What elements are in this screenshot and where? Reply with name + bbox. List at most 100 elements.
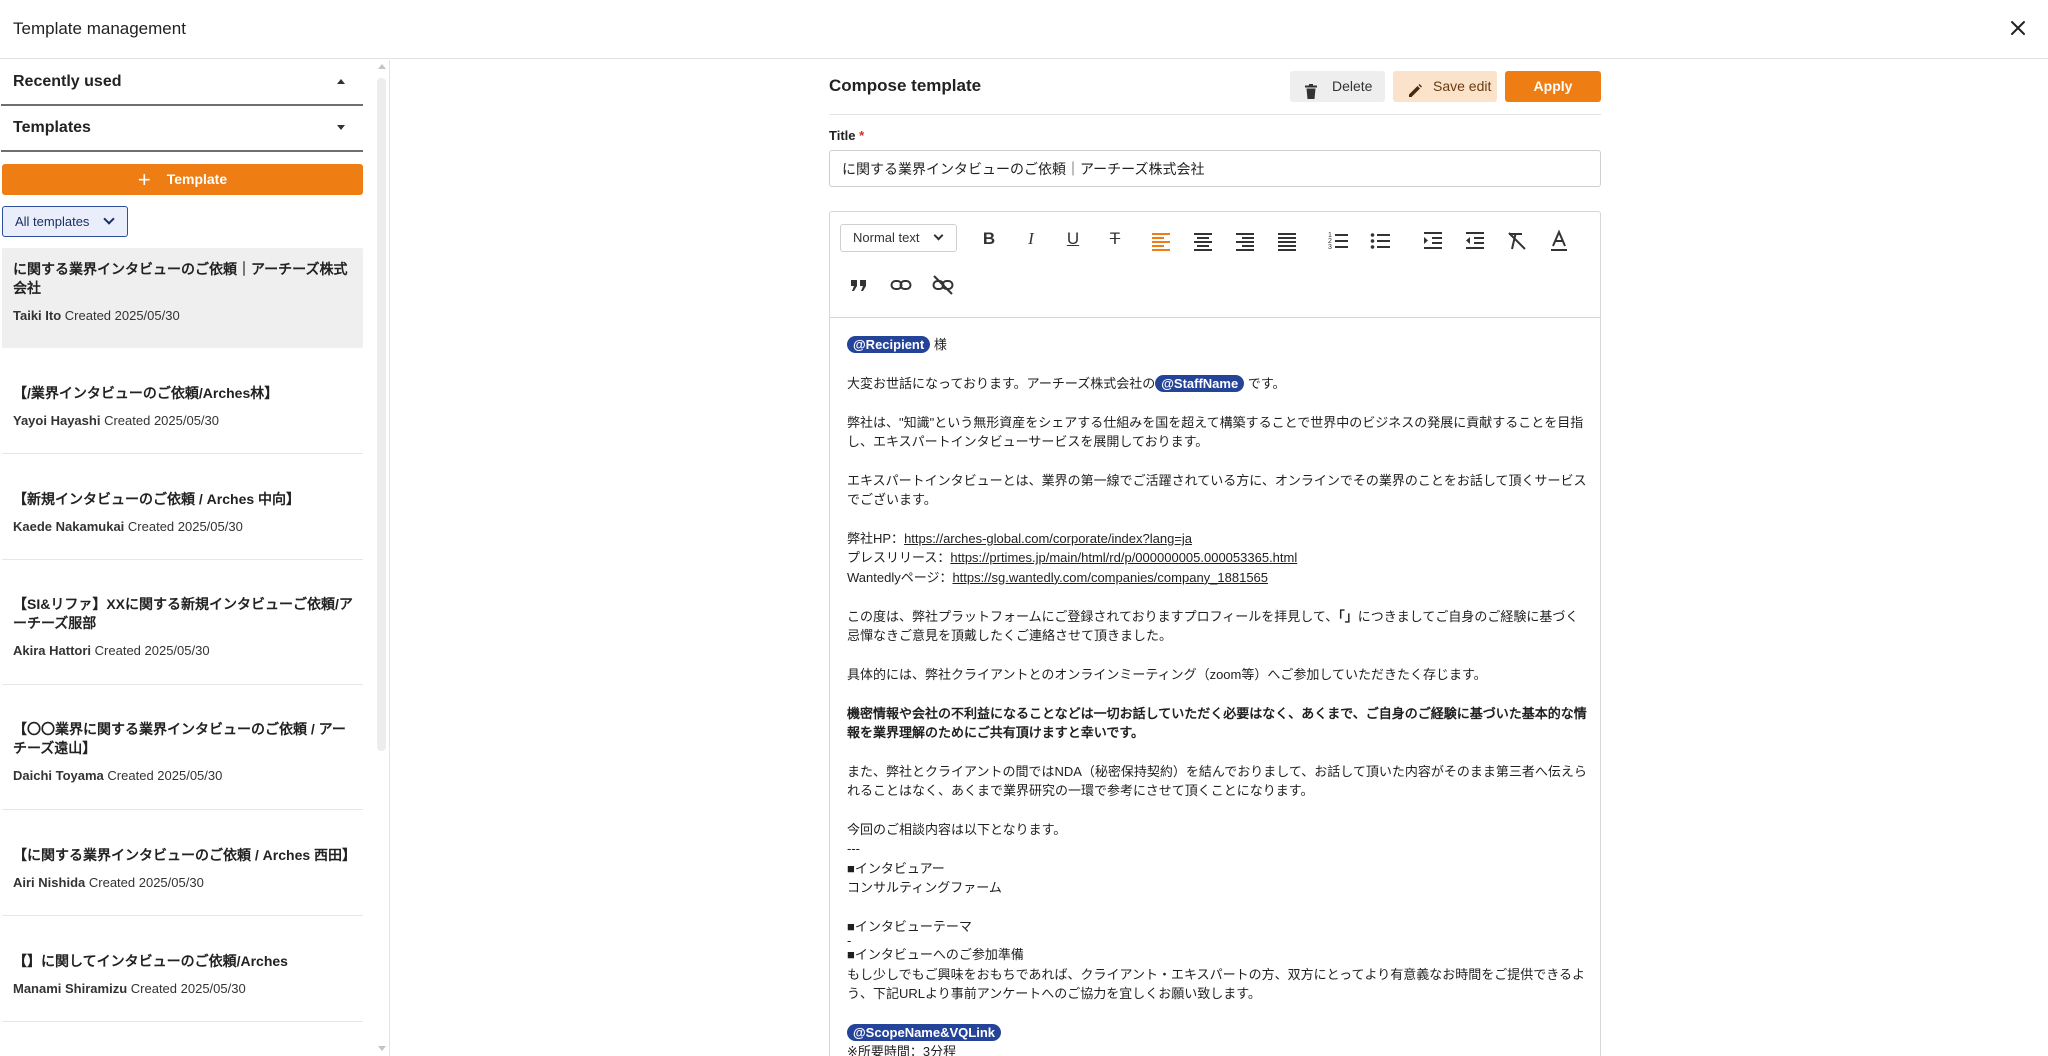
staff-name-chip[interactable]: @StaffName <box>1155 374 1245 392</box>
apply-button[interactable]: Apply <box>1505 71 1601 102</box>
request-mark: 「」 <box>1338 608 1358 624</box>
press-line: プレスリリース：https://prtimes.jp/main/html/rd/… <box>847 548 1587 567</box>
template-created: Created 2025/05/30 <box>88 875 204 890</box>
template-author: Taiki Ito <box>13 308 62 323</box>
template-meta: Taiki Ito Created 2025/05/30 <box>13 308 180 323</box>
recently-used-toggle[interactable]: Recently used <box>1 60 363 106</box>
title-label-text: Title <box>829 128 856 143</box>
align-justify-icon[interactable] <box>1275 229 1299 253</box>
unlink-icon[interactable] <box>931 273 955 297</box>
duration-line: ※所要時間：3分程 <box>847 1044 957 1056</box>
template-meta: Airi Nishida Created 2025/05/30 <box>13 875 204 890</box>
template-item[interactable]: 【】に関してインタビューのご依頼/Arches Manami Shiramizu… <box>2 916 363 1022</box>
hp-label: 弊社HP： <box>847 531 905 546</box>
template-item[interactable]: に関する業界インタビューのご依頼｜アーチーズ株式会社 Taiki Ito Cre… <box>2 248 363 348</box>
prep-paragraph: もし少しでもご興味をおもちであれば、クライアント・エキスパートの方、双方にとって… <box>847 966 1586 1002</box>
text-color-icon[interactable] <box>1547 229 1571 253</box>
template-author: Daichi Toyama <box>13 768 104 783</box>
scroll-down-arrow-icon[interactable] <box>378 1046 386 1051</box>
template-meta: Yayoi Hayashi Created 2025/05/30 <box>13 413 219 428</box>
scope-line: @ScopeName&VQLink <box>847 1023 1587 1042</box>
underline-icon[interactable]: U <box>1061 227 1085 251</box>
template-item[interactable]: 【新規インタビューのご依頼 / Arches 中向】 Kaede Nakamuk… <box>2 454 363 560</box>
strikethrough-icon[interactable]: T <box>1103 227 1127 251</box>
quote-icon[interactable] <box>847 273 871 297</box>
template-item[interactable]: 【〇〇業界に関する業界インタビューのご依頼 / アーチーズ遠山】 Daichi … <box>2 685 363 810</box>
sidebar-scrollbar[interactable] <box>377 78 386 751</box>
press-label: プレスリリース： <box>847 550 951 566</box>
bullet-list-icon[interactable] <box>1369 229 1393 253</box>
align-right-icon[interactable] <box>1233 229 1257 253</box>
caret-up-icon <box>337 79 345 84</box>
template-filter-select[interactable]: All templates <box>2 206 128 237</box>
template-title: に関する業界インタビューのご依頼｜アーチーズ株式会社 <box>13 261 348 296</box>
dialog-header: Template management <box>0 0 2048 59</box>
required-mark: * <box>859 128 865 143</box>
hp-line: 弊社HP：https://arches-global.com/corporate… <box>847 529 1587 548</box>
press-link[interactable]: https://prtimes.jp/main/html/rd/p/000000… <box>950 550 1297 565</box>
request-paragraph: この度は、弊社プラットフォームにご登録されておりますプロフィールを拝見して、「」… <box>847 607 1587 646</box>
template-item[interactable]: 【/業界インタビューのご依頼/Arches林】 Yayoi Hayashi Cr… <box>2 348 363 454</box>
company-paragraph: 弊社は、"知識"という無形資産をシェアする仕組みを国を超えて構築することで世界中… <box>847 414 1584 449</box>
link-icon[interactable] <box>889 273 913 297</box>
intro-post: です。 <box>1244 375 1286 391</box>
save-edit-button[interactable]: Save edit <box>1393 71 1497 102</box>
bold-icon[interactable]: B <box>977 227 1001 251</box>
template-sidebar: Recently used Templates + Template All te… <box>0 60 364 1056</box>
template-meta: Manami Shiramizu Created 2025/05/30 <box>13 981 246 996</box>
align-center-icon[interactable] <box>1191 229 1215 253</box>
rich-text-editor: Normal text B I U T 123 @Recipient 様 大変お… <box>829 211 1601 1056</box>
recently-used-label: Recently used <box>13 73 122 90</box>
template-item[interactable]: 【に関する業界インタビューのご依頼 / Arches 西田】 Airi Nish… <box>2 810 363 916</box>
templates-label: Templates <box>13 119 91 136</box>
template-title: 【〇〇業界に関する業界インタビューのご依頼 / アーチーズ遠山】 <box>13 721 346 756</box>
template-title: 【SI&リファ】XXに関する新規インタビューご依頼/アーチーズ服部 <box>13 596 353 631</box>
add-template-button[interactable]: + Template <box>2 164 363 195</box>
template-meta: Daichi Toyama Created 2025/05/30 <box>13 768 222 783</box>
delete-button[interactable]: Delete <box>1290 71 1385 102</box>
svg-text:3: 3 <box>1328 244 1332 251</box>
editor-content[interactable]: @Recipient 様 大変お世話になっております。アーチーズ株式会社の @St… <box>847 335 1587 1056</box>
compose-heading: Compose template <box>829 76 982 95</box>
add-template-label: Template <box>166 171 228 187</box>
template-title: 【/業界インタビューのご依頼/Arches林】 <box>13 385 279 401</box>
wantedly-link[interactable]: https://sg.wantedly.com/companies/compan… <box>952 570 1268 585</box>
recipient-chip[interactable]: @Recipient <box>847 336 931 353</box>
request-pre: この度は、弊社プラットフォームにご登録されておりますプロフィールを拝見して、 <box>847 608 1339 624</box>
trash-icon <box>1304 79 1318 99</box>
template-title: 【】に関してインタビューのご依頼/Arches <box>13 953 288 969</box>
template-meta: Akira Hattori Created 2025/05/30 <box>13 643 210 658</box>
clear-format-icon[interactable] <box>1505 229 1529 253</box>
greeting-suffix: 様 <box>930 337 947 352</box>
chevron-down-icon <box>933 230 944 241</box>
text-style-select[interactable]: Normal text <box>840 224 957 252</box>
template-author: Airi Nishida <box>13 875 86 890</box>
template-item[interactable]: 【SI&リファ】XXに関する新規インタビューご依頼/アーチーズ服部 Akira … <box>2 560 363 685</box>
theme-heading: ■インタビューテーマ <box>847 919 972 935</box>
template-created: Created 2025/05/30 <box>104 413 220 428</box>
templates-toggle[interactable]: Templates <box>1 106 363 152</box>
hp-link[interactable]: https://arches-global.com/corporate/inde… <box>904 531 1192 546</box>
template-created: Created 2025/05/30 <box>130 981 246 996</box>
italic-icon[interactable]: I <box>1019 227 1043 251</box>
dialog-title: Template management <box>13 19 186 38</box>
service-paragraph: エキスパートインタビューとは、業界の第一線でご活躍されている方に、オンラインでそ… <box>847 472 1587 508</box>
scroll-up-arrow-icon[interactable] <box>378 64 386 69</box>
template-created: Created 2025/05/30 <box>127 519 243 534</box>
outdent-icon[interactable] <box>1463 229 1487 253</box>
prep-heading: ■インタビューへのご参加準備 <box>847 947 1024 963</box>
nda-paragraph: また、弊社とクライアントの間ではNDA（秘密保持契約）を結んでおりまして、お話し… <box>847 763 1587 799</box>
indent-icon[interactable] <box>1421 229 1445 253</box>
interviewer-value: コンサルティングファーム <box>847 880 1002 896</box>
theme-value: - <box>847 933 852 949</box>
align-left-icon[interactable] <box>1149 229 1173 253</box>
ordered-list-icon[interactable]: 123 <box>1327 229 1351 253</box>
scope-link-chip[interactable]: @ScopeName&VQLink <box>847 1024 1001 1042</box>
title-input[interactable] <box>829 150 1601 187</box>
save-edit-label: Save edit <box>1433 78 1492 94</box>
close-icon[interactable] <box>2006 16 2030 40</box>
consultation-intro: 今回のご相談内容は以下となります。 <box>847 822 1067 838</box>
title-label: Title * <box>829 128 864 143</box>
plus-icon: + <box>137 167 151 192</box>
greeting-line: @Recipient 様 <box>847 335 1587 354</box>
